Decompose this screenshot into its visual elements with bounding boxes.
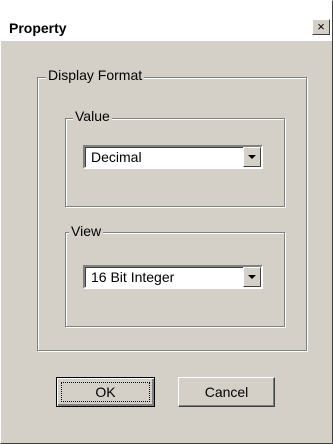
- value-select[interactable]: Decimal: [83, 145, 263, 169]
- value-dropdown-button[interactable]: [243, 147, 261, 167]
- view-select[interactable]: 16 Bit Integer: [83, 265, 263, 289]
- cancel-button-label: Cancel: [204, 384, 249, 400]
- dialog-title: Property: [9, 20, 67, 36]
- title-bar: Property ×: [1, 1, 332, 41]
- ok-button-label: OK: [95, 384, 116, 400]
- view-dropdown-button[interactable]: [243, 267, 261, 287]
- close-icon: ×: [317, 19, 325, 34]
- view-selected-text: 16 Bit Integer: [91, 269, 175, 285]
- chevron-down-icon: [248, 155, 256, 159]
- view-label: View: [69, 223, 104, 239]
- property-dialog: Property × Display Format Value Decimal …: [0, 0, 333, 444]
- ok-button[interactable]: OK: [56, 377, 155, 407]
- cancel-button[interactable]: Cancel: [178, 377, 275, 407]
- value-label: Value: [73, 108, 112, 124]
- value-selected-text: Decimal: [91, 149, 142, 165]
- chevron-down-icon: [248, 275, 256, 279]
- close-button[interactable]: ×: [312, 19, 330, 35]
- display-format-label: Display Format: [46, 67, 145, 83]
